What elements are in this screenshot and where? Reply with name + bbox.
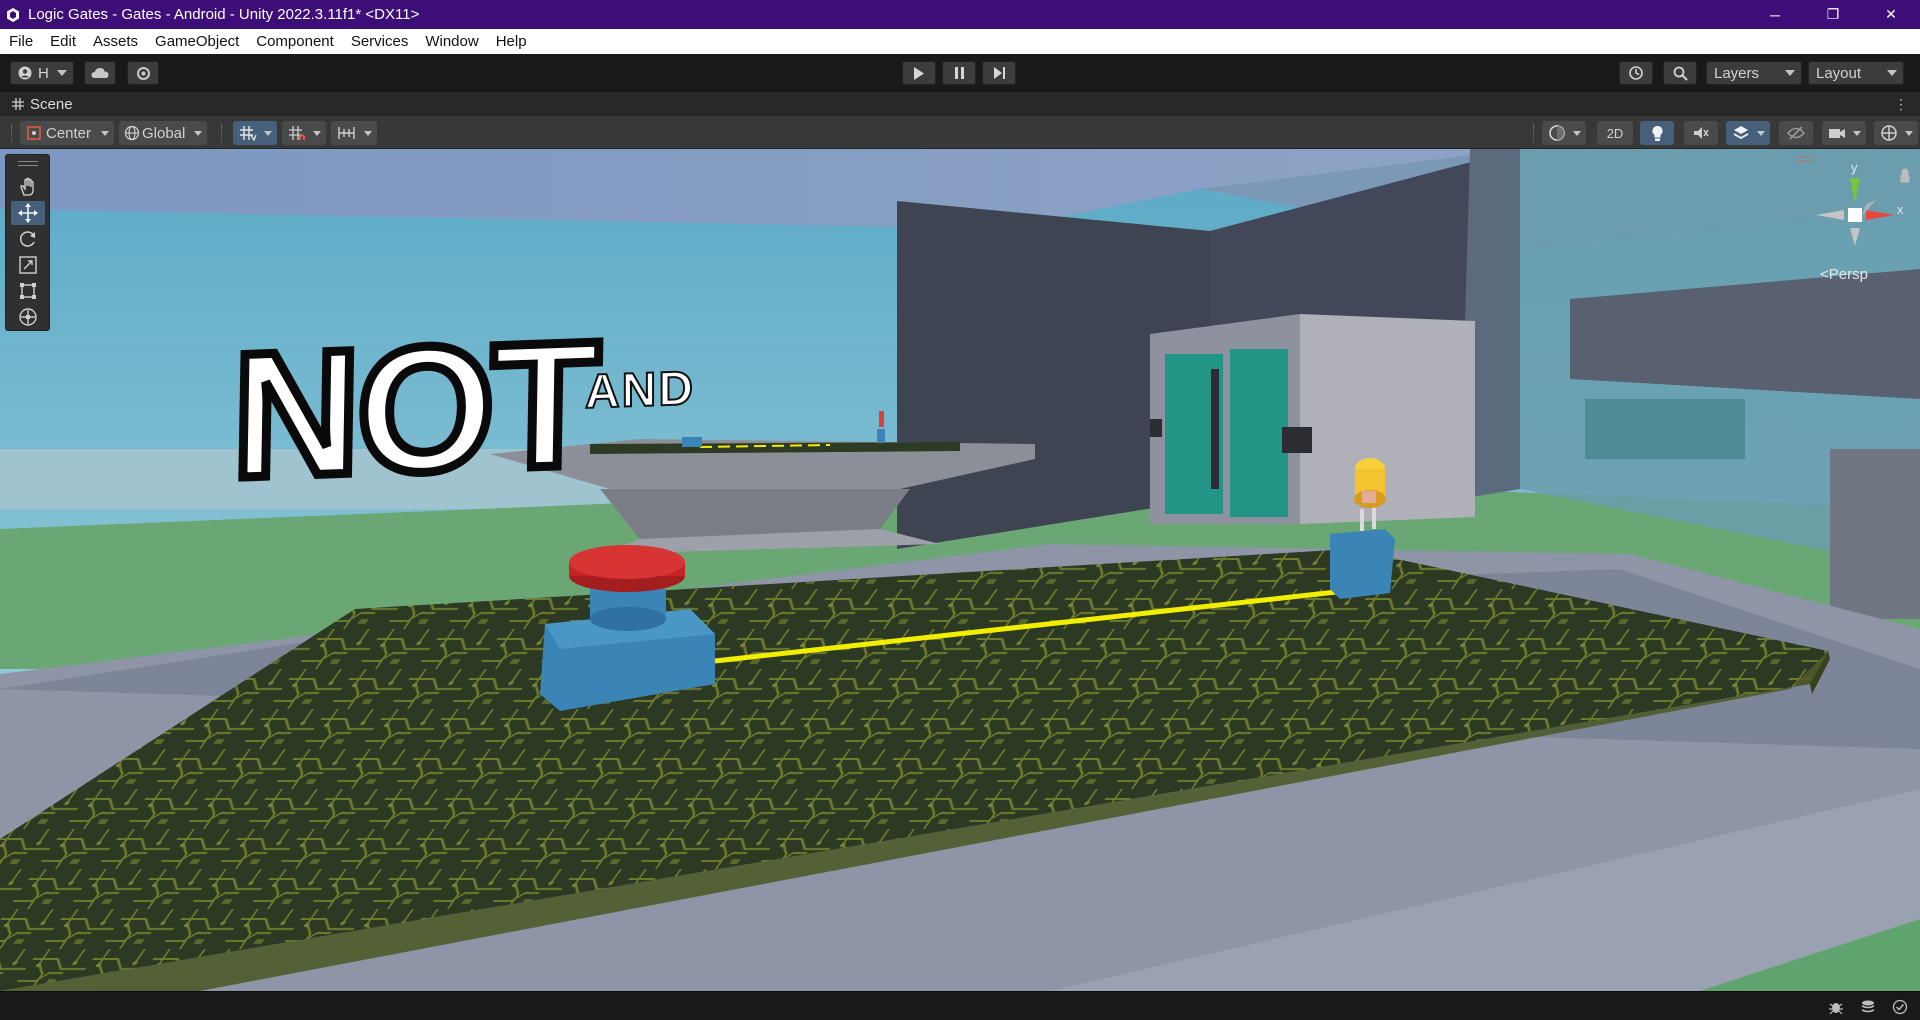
collab-button[interactable] xyxy=(127,61,159,85)
audio-mute-icon xyxy=(1694,127,1709,139)
window-title: Logic Gates - Gates - Android - Unity 20… xyxy=(28,6,420,23)
transform-tool-button[interactable] xyxy=(11,305,45,329)
search-button[interactable] xyxy=(1663,61,1697,85)
minimize-button[interactable]: ─ xyxy=(1746,0,1804,29)
play-icon xyxy=(914,66,924,80)
pause-icon xyxy=(954,67,964,79)
menu-gameobject[interactable]: GameObject xyxy=(155,33,239,50)
pivot-mode-label: Center xyxy=(46,124,92,142)
gizmo-y-label: y xyxy=(1851,160,1858,175)
step-icon xyxy=(993,67,1005,79)
account-icon xyxy=(18,66,32,80)
and-gate-sign: AND xyxy=(584,361,696,420)
menu-edit[interactable]: Edit xyxy=(50,33,76,50)
perspective-toggle[interactable]: <Persp xyxy=(1820,266,1868,283)
search-icon xyxy=(1673,66,1688,81)
step-button[interactable] xyxy=(982,61,1016,85)
more-options-icon[interactable]: ⋮ xyxy=(1894,96,1908,113)
account-label: H xyxy=(38,64,49,82)
rotate-tool-button[interactable] xyxy=(11,227,45,251)
hidden-eye-icon xyxy=(1787,126,1805,140)
rect-transform-icon xyxy=(20,283,36,299)
lightbulb-icon xyxy=(1652,125,1662,141)
toggle-2d-label: 2D xyxy=(1606,125,1624,141)
cache-server-icon[interactable] xyxy=(1860,999,1876,1015)
increment-snap-toggle[interactable] xyxy=(331,121,377,145)
unity-logo-icon xyxy=(6,7,20,22)
unity-editor-window: Logic Gates - Gates - Android - Unity 20… xyxy=(0,0,1920,1020)
scene-visibility-toggle[interactable] xyxy=(1779,121,1813,145)
history-icon xyxy=(1629,66,1643,80)
play-button[interactable] xyxy=(902,61,936,85)
rect-tool-button[interactable] xyxy=(11,279,45,303)
pivot-mode-dropdown[interactable]: Center xyxy=(20,121,114,145)
increment-snap-icon xyxy=(338,127,355,139)
pause-button[interactable] xyxy=(942,61,976,85)
effects-dropdown[interactable] xyxy=(1726,121,1770,145)
scale-tool-button[interactable] xyxy=(11,253,45,277)
grid-visibility-icon xyxy=(240,126,257,141)
menu-help[interactable]: Help xyxy=(496,33,527,50)
layout-label: Layout xyxy=(1816,64,1862,82)
layout-dropdown[interactable]: Layout xyxy=(1808,61,1904,85)
overlay-drag-handle[interactable] xyxy=(18,161,38,166)
title-bar: Logic Gates - Gates - Android - Unity 20… xyxy=(0,0,1920,29)
lighting-toggle[interactable] xyxy=(1640,121,1674,145)
status-bar xyxy=(0,991,1920,1020)
menu-component[interactable]: Component xyxy=(256,33,334,50)
status-check-icon[interactable] xyxy=(1892,999,1908,1015)
menu-assets[interactable]: Assets xyxy=(93,33,138,50)
grid-snapping-toggle[interactable] xyxy=(282,121,326,145)
menu-file[interactable]: File xyxy=(9,33,33,50)
menu-services[interactable]: Services xyxy=(351,33,409,50)
debug-bug-icon[interactable] xyxy=(1828,999,1844,1015)
toggle-2d-button[interactable]: 2D xyxy=(1597,121,1633,145)
cloud-icon xyxy=(91,68,109,78)
not-gate-sign: NOT xyxy=(226,299,602,520)
move-tool-button[interactable] xyxy=(11,201,45,225)
draw-mode-dropdown[interactable] xyxy=(1542,121,1586,145)
tab-scene[interactable]: Scene xyxy=(30,96,73,113)
gizmos-dropdown[interactable] xyxy=(1874,121,1918,145)
menu-bar: File Edit Assets GameObject Component Se… xyxy=(0,29,1920,54)
hand-tool-button[interactable] xyxy=(11,175,45,199)
camera-icon xyxy=(1829,129,1845,138)
undo-history-button[interactable] xyxy=(1619,61,1653,85)
scene-tools-overlay xyxy=(5,154,50,331)
scene-grid-icon xyxy=(12,98,24,110)
cloud-button[interactable] xyxy=(84,61,116,85)
pivot-space-dropdown[interactable]: Global xyxy=(119,121,207,145)
snap-icon xyxy=(289,126,305,140)
layers-label: Layers xyxy=(1714,64,1760,82)
pivot-center-icon xyxy=(27,126,41,140)
scene-render xyxy=(0,149,1920,991)
grid-snap-toggle[interactable] xyxy=(233,121,277,145)
shading-mode-icon xyxy=(1549,125,1565,141)
main-toolbar: H Layers Layout xyxy=(0,54,1920,92)
pivot-space-label: Global xyxy=(142,124,186,142)
menu-window[interactable]: Window xyxy=(425,33,478,50)
scene-viewport[interactable]: AND NOT xyxy=(0,149,1920,991)
scene-toolbar: Center Global 2D xyxy=(0,116,1920,149)
rotate-icon xyxy=(19,231,35,247)
transform-icon xyxy=(19,308,37,326)
gizmo-x-label: x xyxy=(1897,202,1904,217)
camera-settings-dropdown[interactable] xyxy=(1822,121,1866,145)
gizmos-icon xyxy=(1881,125,1897,141)
maximize-button[interactable]: ❐ xyxy=(1804,0,1862,29)
globe-icon xyxy=(124,125,140,141)
move-icon xyxy=(18,203,38,223)
audio-toggle[interactable] xyxy=(1684,121,1718,145)
scale-icon xyxy=(19,256,37,274)
account-dropdown[interactable]: H xyxy=(10,61,74,85)
settings-icon xyxy=(136,66,150,80)
effects-layers-icon xyxy=(1733,126,1749,140)
hand-icon xyxy=(20,177,34,196)
scene-tab-header: Scene ⋮ xyxy=(0,92,1920,116)
layers-dropdown[interactable]: Layers xyxy=(1706,61,1802,85)
close-button[interactable]: ✕ xyxy=(1862,0,1920,29)
